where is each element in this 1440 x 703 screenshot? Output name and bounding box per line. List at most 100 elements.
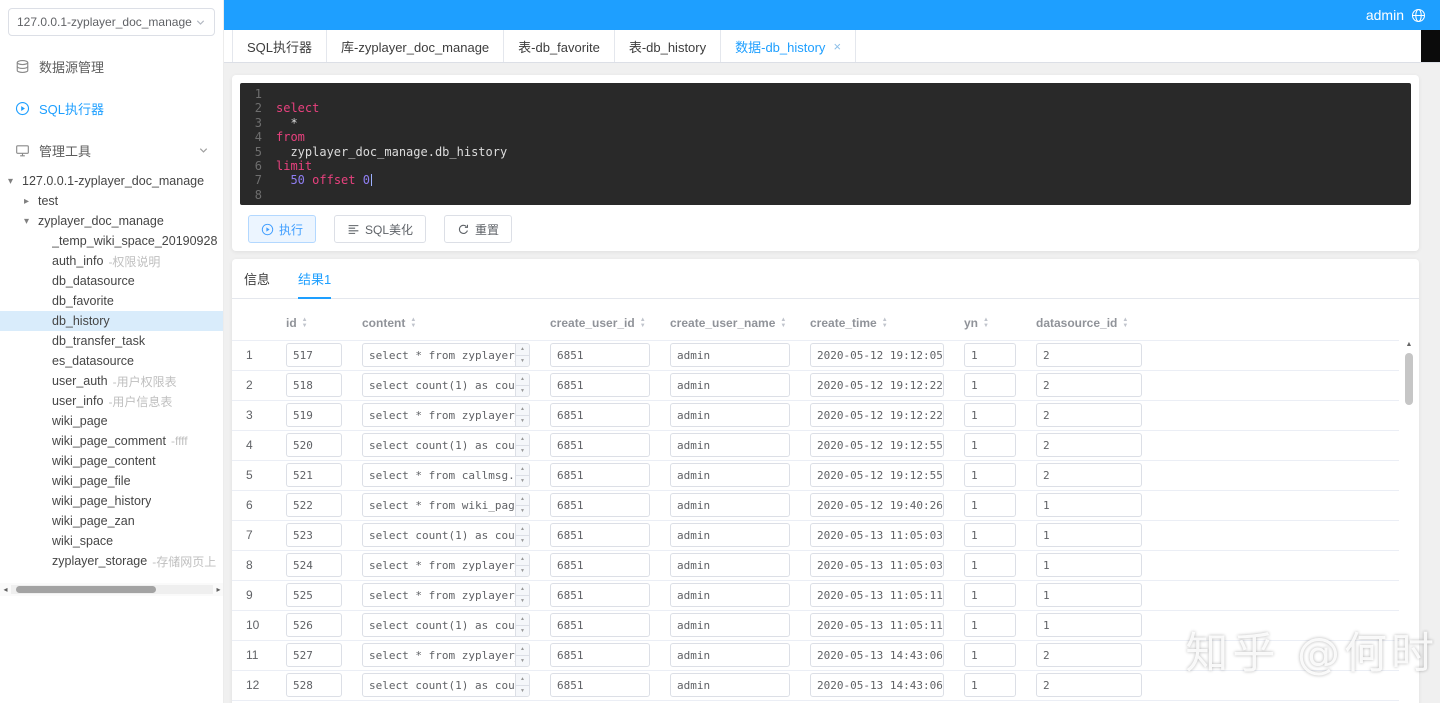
execute-button[interactable]: 执行: [248, 215, 317, 244]
step-down-icon[interactable]: ▼: [516, 566, 529, 577]
step-up-icon[interactable]: ▲: [516, 374, 529, 386]
sort-icons[interactable]: ▲ ▼: [983, 317, 989, 329]
tab-item[interactable]: SQL执行器: [232, 30, 328, 62]
step-down-icon[interactable]: ▼: [516, 386, 529, 397]
cell-input-content[interactable]: select * from zyplayer_doc_m▲▼: [362, 553, 530, 578]
cell-input-datasource_id[interactable]: 2: [1036, 643, 1142, 668]
sort-desc-icon[interactable]: ▼: [780, 323, 786, 329]
cell-input-create_user_id[interactable]: 6851: [550, 463, 650, 488]
tree-node[interactable]: wiki_space: [0, 531, 223, 551]
column-header-id[interactable]: id ▲ ▼: [276, 307, 352, 341]
cell-input-create_user_id[interactable]: 6851: [550, 673, 650, 698]
cell-input-create_time[interactable]: 2020-05-12 19:12:05: [810, 343, 944, 368]
step-up-icon[interactable]: ▲: [516, 494, 529, 506]
cell-input-yn[interactable]: 1: [964, 463, 1016, 488]
cell-input-create_time[interactable]: 2020-05-12 19:12:22: [810, 373, 944, 398]
step-up-icon[interactable]: ▲: [516, 524, 529, 536]
cell-input-create_time[interactable]: 2020-05-13 11:05:03: [810, 553, 944, 578]
cell-input-datasource_id[interactable]: 2: [1036, 673, 1142, 698]
step-up-icon[interactable]: ▲: [516, 434, 529, 446]
cell-input-create_user_name[interactable]: admin: [670, 463, 790, 488]
cell-input-datasource_id[interactable]: 1: [1036, 493, 1142, 518]
tree-node[interactable]: zyplayer_storage -存储网页上: [0, 551, 223, 571]
cell-input-create_user_name[interactable]: admin: [670, 433, 790, 458]
cell-input-create_user_id[interactable]: 6851: [550, 493, 650, 518]
tree-node[interactable]: wiki_page: [0, 411, 223, 431]
user-menu[interactable]: admin: [1366, 7, 1426, 23]
sort-desc-icon[interactable]: ▼: [983, 323, 989, 329]
cell-input-datasource_id[interactable]: 2: [1036, 433, 1142, 458]
cell-input-id[interactable]: 520: [286, 433, 342, 458]
sort-desc-icon[interactable]: ▼: [410, 323, 416, 329]
cell-input-create_time[interactable]: 2020-05-12 19:40:26: [810, 493, 944, 518]
step-down-icon[interactable]: ▼: [516, 476, 529, 487]
tree-node[interactable]: wiki_page_comment -ffff: [0, 431, 223, 451]
reset-button[interactable]: 重置: [444, 215, 513, 244]
cell-input-yn[interactable]: 1: [964, 553, 1016, 578]
cell-input-datasource_id[interactable]: 1: [1036, 583, 1142, 608]
cell-input-create_time[interactable]: 2020-05-12 19:12:55: [810, 463, 944, 488]
tree-node[interactable]: wiki_page_file: [0, 471, 223, 491]
tab-item[interactable]: 表-db_history: [615, 30, 722, 62]
cell-input-create_user_id[interactable]: 6851: [550, 403, 650, 428]
tree-node[interactable]: db_transfer_task: [0, 331, 223, 351]
cell-input-id[interactable]: 525: [286, 583, 342, 608]
cell-input-create_time[interactable]: 2020-05-12 19:12:55: [810, 433, 944, 458]
close-icon[interactable]: ×: [833, 40, 841, 53]
sort-icons[interactable]: ▲ ▼: [780, 317, 786, 329]
sidebar-horizontal-scrollbar[interactable]: ◂ ▸: [0, 583, 223, 596]
expand-stepper-icon[interactable]: ▲ ▼: [515, 644, 529, 667]
cell-input-yn[interactable]: 1: [964, 373, 1016, 398]
cell-input-id[interactable]: 524: [286, 553, 342, 578]
tree-node[interactable]: db_history: [0, 311, 223, 331]
cell-input-id[interactable]: 523: [286, 523, 342, 548]
cell-input-create_user_name[interactable]: admin: [670, 613, 790, 638]
sql-beautify-button[interactable]: SQL美化: [334, 215, 427, 244]
scrollbar-thumb[interactable]: [16, 586, 156, 593]
tree-node[interactable]: auth_info -权限说明: [0, 251, 223, 271]
sort-desc-icon[interactable]: ▼: [1122, 323, 1128, 329]
expand-stepper-icon[interactable]: ▲ ▼: [515, 404, 529, 427]
step-down-icon[interactable]: ▼: [516, 656, 529, 667]
cell-input-datasource_id[interactable]: 2: [1036, 343, 1142, 368]
scroll-up-arrow-icon[interactable]: ▲: [1405, 341, 1413, 349]
tree-node[interactable]: wiki_page_zan: [0, 511, 223, 531]
cell-input-datasource_id[interactable]: 2: [1036, 463, 1142, 488]
cell-input-create_user_id[interactable]: 6851: [550, 373, 650, 398]
cell-input-content[interactable]: select count(1) as counts fr▲▼: [362, 613, 530, 638]
expand-stepper-icon[interactable]: ▲ ▼: [515, 674, 529, 697]
cell-input-create_user_id[interactable]: 6851: [550, 553, 650, 578]
column-header-create_user_name[interactable]: create_user_name ▲ ▼: [660, 307, 800, 341]
cell-input-datasource_id[interactable]: 1: [1036, 553, 1142, 578]
tree-node[interactable]: ▾ zyplayer_doc_manage: [0, 211, 223, 231]
cell-input-datasource_id[interactable]: 1: [1036, 523, 1142, 548]
cell-input-content[interactable]: select * from zyplayer_doc_m▲▼: [362, 403, 530, 428]
cell-input-yn[interactable]: 1: [964, 433, 1016, 458]
sort-icons[interactable]: ▲ ▼: [640, 317, 646, 329]
sort-desc-icon[interactable]: ▼: [302, 323, 308, 329]
cell-input-datasource_id[interactable]: 2: [1036, 403, 1142, 428]
tab-item[interactable]: 库-zyplayer_doc_manage: [327, 30, 505, 62]
cell-input-yn[interactable]: 1: [964, 673, 1016, 698]
step-down-icon[interactable]: ▼: [516, 686, 529, 697]
sort-desc-icon[interactable]: ▼: [640, 323, 646, 329]
step-down-icon[interactable]: ▼: [516, 536, 529, 547]
cell-input-id[interactable]: 521: [286, 463, 342, 488]
caret-down-icon[interactable]: ▾: [24, 216, 38, 227]
tree-node[interactable]: wiki_page_history: [0, 491, 223, 511]
step-down-icon[interactable]: ▼: [516, 416, 529, 427]
scrollbar-track[interactable]: [11, 585, 213, 594]
results-vertical-scrollbar[interactable]: ▲: [1405, 341, 1413, 701]
cell-input-create_user_name[interactable]: admin: [670, 343, 790, 368]
step-down-icon[interactable]: ▼: [516, 356, 529, 367]
step-down-icon[interactable]: ▼: [516, 596, 529, 607]
sidebar-item-datasource-manage[interactable]: 数据源管理: [0, 45, 223, 87]
step-up-icon[interactable]: ▲: [516, 404, 529, 416]
step-up-icon[interactable]: ▲: [516, 584, 529, 596]
cell-input-yn[interactable]: 1: [964, 613, 1016, 638]
sidebar-item-manage-tools[interactable]: 管理工具: [0, 129, 223, 171]
cell-input-create_user_name[interactable]: admin: [670, 643, 790, 668]
tree-node[interactable]: ▸ test: [0, 191, 223, 211]
tree-node[interactable]: wiki_page_content: [0, 451, 223, 471]
cell-input-yn[interactable]: 1: [964, 403, 1016, 428]
